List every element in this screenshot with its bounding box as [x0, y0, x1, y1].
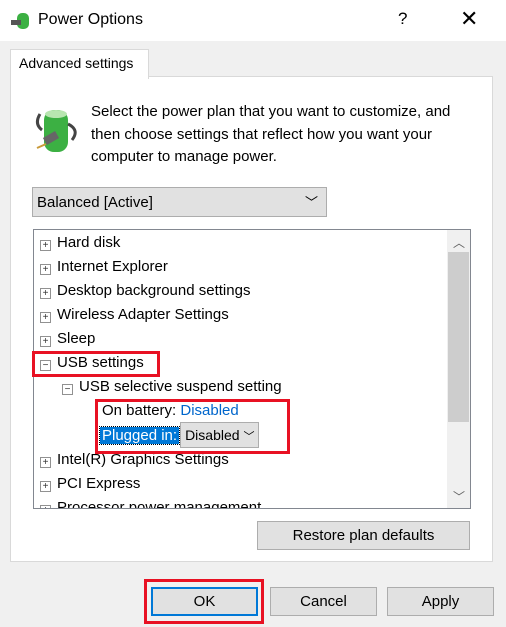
expand-icon[interactable]: + — [40, 240, 51, 251]
tree-item-label: Processor power management — [57, 499, 262, 509]
restore-defaults-button[interactable]: Restore plan defaults — [257, 521, 470, 550]
power-plan-value: Balanced [Active] — [37, 194, 153, 211]
chevron-down-icon: ﹀ — [304, 195, 318, 210]
expand-icon[interactable]: + — [40, 336, 51, 347]
expand-icon[interactable]: + — [40, 264, 51, 275]
apply-button[interactable]: Apply — [387, 587, 494, 616]
tree-item-hard-disk[interactable]: + Hard disk — [40, 232, 120, 254]
tree-item-label: Wireless Adapter Settings — [57, 306, 229, 323]
scrollbar-thumb[interactable] — [448, 252, 469, 422]
highlight-suspend-values — [95, 399, 290, 454]
ok-button[interactable]: OK — [151, 587, 258, 616]
tree-item-pci-express[interactable]: + PCI Express — [40, 473, 140, 495]
collapse-icon[interactable]: − — [62, 384, 73, 395]
tree-item-label: Desktop background settings — [57, 282, 251, 299]
tree-item-processor-power[interactable]: + Processor power management — [40, 497, 262, 509]
tree-item-label: USB selective suspend setting — [79, 378, 282, 395]
window-title: Power Options — [38, 11, 143, 28]
scroll-up-icon[interactable]: ︿ — [453, 234, 465, 251]
tab-advanced-settings[interactable]: Advanced settings — [10, 49, 149, 79]
tree-item-wireless-adapter[interactable]: + Wireless Adapter Settings — [40, 304, 229, 326]
tree-item-sleep[interactable]: + Sleep — [40, 328, 95, 350]
close-button[interactable]: ✕ — [460, 6, 478, 32]
help-button[interactable]: ? — [398, 9, 407, 29]
expand-icon[interactable]: + — [40, 505, 51, 508]
expand-icon[interactable]: + — [40, 312, 51, 323]
tree-item-label: Internet Explorer — [57, 258, 168, 275]
tree-item-label: Sleep — [57, 330, 96, 347]
power-plan-dropdown[interactable]: Balanced [Active] ﹀ — [32, 187, 327, 217]
tree-item-label: Hard disk — [57, 234, 121, 251]
scroll-down-icon[interactable]: ﹀ — [453, 488, 465, 505]
battery-plug-icon — [35, 110, 77, 152]
tree-item-internet-explorer[interactable]: + Internet Explorer — [40, 256, 168, 278]
expand-icon[interactable]: + — [40, 481, 51, 492]
tree-item-label: PCI Express — [57, 475, 141, 492]
expand-icon[interactable]: + — [40, 288, 51, 299]
cancel-button[interactable]: Cancel — [270, 587, 377, 616]
power-options-icon — [11, 13, 29, 29]
highlight-usb-settings — [32, 351, 160, 377]
tree-item-usb-selective-suspend[interactable]: − USB selective suspend setting — [62, 376, 282, 398]
expand-icon[interactable]: + — [40, 457, 51, 468]
tree-item-desktop-background[interactable]: + Desktop background settings — [40, 280, 250, 302]
description-text: Select the power plan that you want to c… — [91, 103, 451, 165]
